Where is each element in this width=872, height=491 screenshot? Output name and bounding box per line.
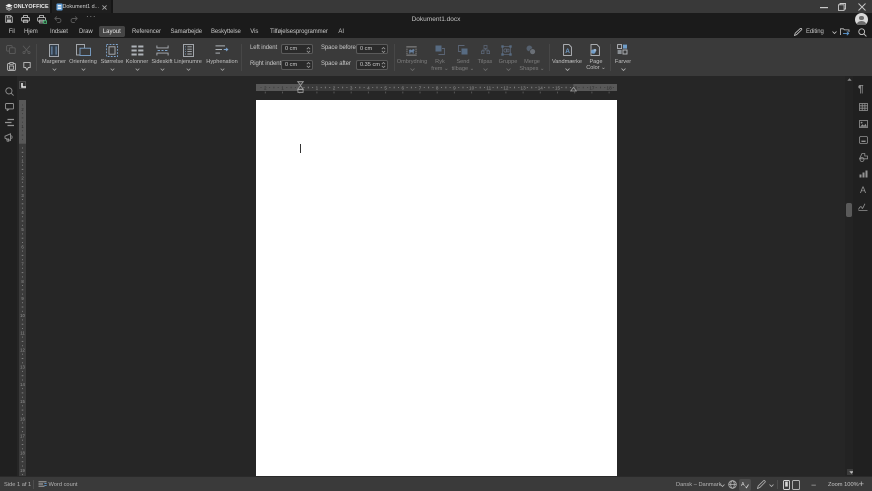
svg-text:18: 18 xyxy=(607,85,613,90)
svg-text:15: 15 xyxy=(20,399,25,404)
svg-text:10: 10 xyxy=(469,85,475,90)
svg-text:10: 10 xyxy=(20,313,25,318)
svg-text:15: 15 xyxy=(555,85,561,90)
svg-text:14: 14 xyxy=(538,85,544,90)
svg-text:1: 1 xyxy=(316,85,319,90)
svg-text:8: 8 xyxy=(436,85,439,90)
svg-text:11: 11 xyxy=(486,85,491,90)
svg-text:13: 13 xyxy=(521,85,527,90)
svg-text:14: 14 xyxy=(20,382,25,387)
svg-text:3: 3 xyxy=(350,85,353,90)
svg-text:A: A xyxy=(565,48,570,55)
svg-text:5: 5 xyxy=(384,85,387,90)
svg-text:12: 12 xyxy=(503,85,509,90)
svg-text:19: 19 xyxy=(20,468,25,473)
svg-text:16: 16 xyxy=(20,416,25,421)
svg-text:9: 9 xyxy=(453,85,456,90)
svg-text:1: 1 xyxy=(281,85,284,90)
svg-text:A: A xyxy=(741,482,745,488)
svg-text:2: 2 xyxy=(333,85,336,90)
svg-text:2: 2 xyxy=(264,85,267,90)
svg-text:17: 17 xyxy=(589,85,595,90)
svg-text:4: 4 xyxy=(367,85,370,90)
svg-text:7: 7 xyxy=(419,85,422,90)
svg-text:13: 13 xyxy=(20,365,25,370)
svg-text:12: 12 xyxy=(20,348,25,353)
svg-text:11: 11 xyxy=(20,330,25,335)
svg-text:6: 6 xyxy=(402,85,405,90)
svg-text:17: 17 xyxy=(20,434,25,439)
svg-text:18: 18 xyxy=(20,451,25,456)
